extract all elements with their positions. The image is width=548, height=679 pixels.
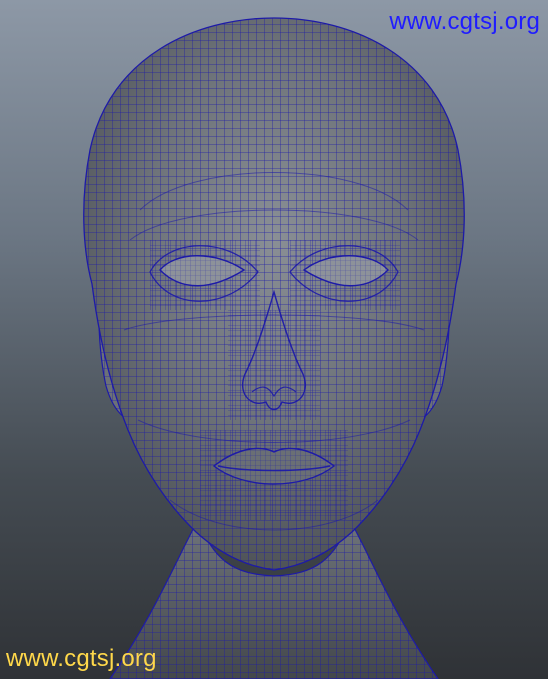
head-wireframe-mesh[interactable] (0, 0, 548, 679)
watermark-top: www.cgtsj.org (389, 8, 540, 35)
3d-viewport[interactable]: www.cgtsj.org www.cgtsj.org (0, 0, 548, 679)
watermark-bottom: www.cgtsj.org (6, 645, 157, 672)
